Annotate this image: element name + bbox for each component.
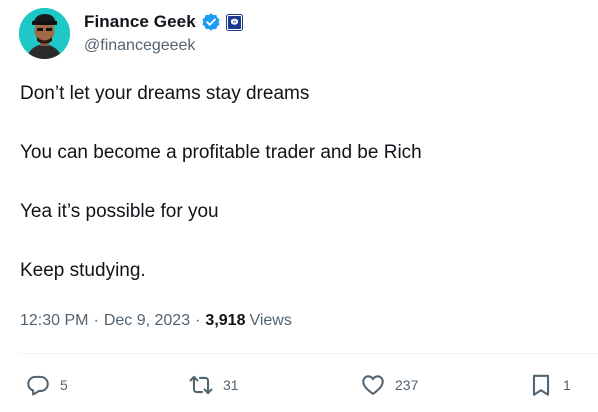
tweet-line: Yea it’s possible for you [20,201,219,222]
reply-button[interactable]: 5 [25,368,68,402]
like-button[interactable]: 237 [360,368,418,402]
like-count: 237 [395,377,419,393]
tweet-text: Don’t let your dreams stay dreams You ca… [20,82,580,283]
divider [20,353,598,354]
meta-separator: · [195,312,201,329]
tweet-line: You can become a profitable trader and b… [20,142,422,163]
tweet-meta: 12:30 PM · Dec 9, 2023 · 3,918 Views [20,312,292,330]
tweet-date[interactable]: Dec 9, 2023 [104,312,190,330]
tweet-line: Keep studying. [20,260,146,281]
heart-icon [362,375,384,396]
views-label: Views [249,312,292,329]
display-name[interactable]: Finance Geek [84,12,196,32]
bookmark-icon [532,374,550,396]
repost-icon [189,375,213,395]
avatar-illustration-icon [19,8,70,59]
reply-bubble-icon [27,375,49,396]
bookmark-button[interactable]: 1 [528,368,571,402]
repost-count: 31 [223,377,239,393]
repost-button[interactable]: 31 [188,368,239,402]
tweet-time[interactable]: 12:30 PM [20,312,88,330]
bookmark-count: 1 [563,377,571,393]
tweet-line: Don’t let your dreams stay dreams [20,83,310,104]
meta-separator: · [93,312,99,329]
handle[interactable]: @financegeeek [84,37,243,55]
tweet-card: Finance Geek G @financegeeek Don’t let y… [0,0,598,412]
svg-text:G: G [233,19,236,24]
avatar[interactable] [19,8,70,59]
tweet-header: Finance Geek G @financegeeek [19,8,243,60]
author-names: Finance Geek G @financegeeek [84,11,243,55]
verified-badge-icon[interactable] [201,12,221,32]
action-bar: 5 31 237 1 [0,368,598,402]
reply-count: 5 [60,377,68,393]
views-count[interactable]: 3,918 [205,312,245,330]
affiliate-badge-icon[interactable]: G [225,13,243,31]
name-row: Finance Geek G [84,11,243,33]
